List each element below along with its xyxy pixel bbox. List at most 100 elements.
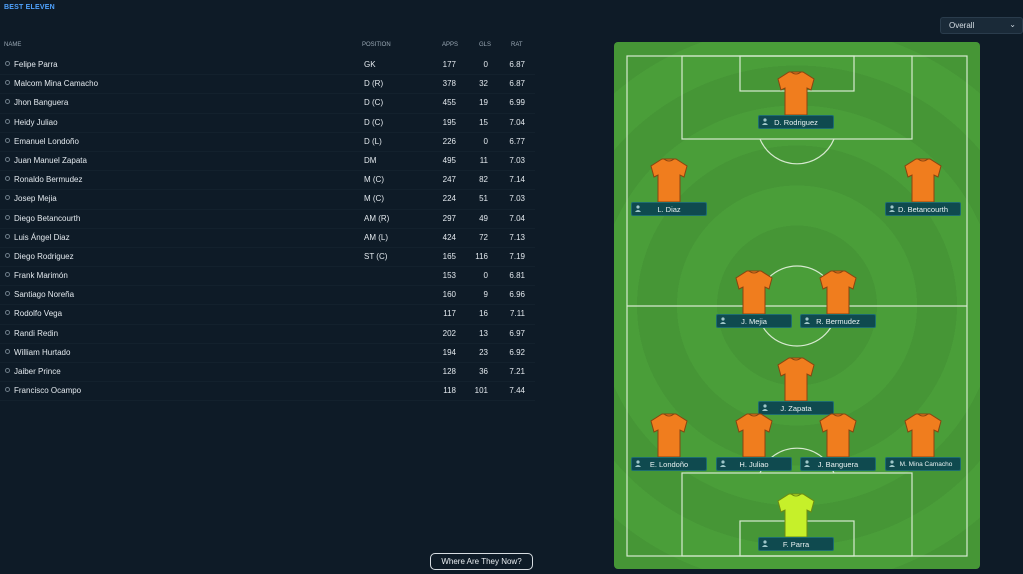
table-row[interactable]: Frank Marimón 153 0 6.81 <box>0 267 535 287</box>
table-row[interactable]: Randi Redin 202 13 6.97 <box>0 325 535 344</box>
where-are-they-now-label: Where Are They Now? <box>441 557 522 566</box>
table-row[interactable]: Diego Betancourth AM (R) 297 49 7.04 <box>0 210 535 229</box>
player-name[interactable]: Santiago Noreña <box>14 290 74 299</box>
player-apps: 224 <box>442 194 456 204</box>
person-icon <box>720 317 726 324</box>
player-apps: 226 <box>442 136 456 146</box>
pitch-player-amr[interactable]: D. Betancourth <box>883 157 963 217</box>
player-name[interactable]: Felipe Parra <box>14 60 58 69</box>
view-dropdown[interactable]: Overall ⌄ <box>940 17 1023 34</box>
player-name[interactable]: Emanuel Londoño <box>14 137 79 146</box>
player-apps: 117 <box>443 309 456 319</box>
table-row[interactable]: Rodolfo Vega 117 16 7.11 <box>0 305 535 325</box>
pitch-player-mcr[interactable]: R. Bermudez <box>798 269 878 329</box>
player-goals: 0 <box>483 60 488 69</box>
player-apps: 202 <box>442 328 456 338</box>
player-apps: 194 <box>442 347 456 357</box>
player-position: AM (R) <box>364 213 390 223</box>
player-status-icon <box>5 156 10 162</box>
player-name[interactable]: Luis Ángel Diaz <box>14 233 70 242</box>
view-dropdown-value: Overall <box>949 21 975 30</box>
player-rating: 6.87 <box>509 60 525 69</box>
col-name[interactable]: NAME <box>4 42 21 48</box>
player-goals: 0 <box>483 271 488 281</box>
table-row[interactable]: Jaiber Prince 128 36 7.21 <box>0 363 535 383</box>
player-name[interactable]: Diego Betancourth <box>14 214 80 223</box>
player-apps: 160 <box>442 290 456 300</box>
player-status-icon <box>5 99 10 105</box>
pitch-player-st[interactable]: D. Rodriguez <box>756 70 836 130</box>
table-row[interactable]: Santiago Noreña 160 9 6.96 <box>0 286 535 306</box>
player-rating: 7.44 <box>509 386 525 396</box>
player-name[interactable]: Frank Marimón <box>14 271 68 280</box>
player-name[interactable]: William Hurtado <box>14 348 70 357</box>
person-icon <box>889 460 895 467</box>
pitch-player-gk[interactable]: F. Parra <box>756 492 836 552</box>
table-row[interactable]: Josep Mejia M (C) 224 51 7.03 <box>0 190 535 210</box>
player-name-tag: R. Bermudez <box>800 314 876 328</box>
player-name-tag: E. Londoño <box>631 457 707 471</box>
player-name[interactable]: Jaiber Prince <box>14 367 61 376</box>
player-apps: 378 <box>442 79 456 89</box>
player-status-icon <box>5 118 10 124</box>
player-goals: 16 <box>479 309 488 319</box>
table-row[interactable]: Jhon Banguera D (C) 455 19 6.99 <box>0 94 535 114</box>
table-row[interactable]: Juan Manuel Zapata DM 495 11 7.03 <box>0 152 535 172</box>
person-icon <box>762 118 768 125</box>
table-row[interactable]: William Hurtado 194 23 6.92 <box>0 344 535 363</box>
col-rat[interactable]: RAT <box>511 42 523 48</box>
player-name[interactable]: Josep Mejia <box>14 194 57 203</box>
player-status-icon <box>5 252 10 258</box>
table-row[interactable]: Diego Rodriguez ST (C) 165 116 7.19 <box>0 248 535 268</box>
player-rating: 7.04 <box>509 117 525 127</box>
shirt-icon <box>777 71 815 116</box>
player-goals: 32 <box>479 79 488 89</box>
player-name[interactable]: Jhon Banguera <box>14 98 68 107</box>
table-header: NAME POSITION APPS GLS RAT <box>0 42 535 52</box>
player-status-icon <box>5 387 10 393</box>
player-rating: 6.81 <box>509 271 525 281</box>
col-position[interactable]: POSITION <box>362 42 391 48</box>
player-status-icon <box>5 348 10 354</box>
player-goals: 0 <box>483 136 488 146</box>
pitch-player-dcl[interactable]: H. Juliao <box>714 412 794 472</box>
player-status-icon <box>5 195 10 201</box>
pitch-player-aml[interactable]: L. Diaz <box>629 157 709 217</box>
shirt-icon <box>735 270 773 315</box>
col-gls[interactable]: GLS <box>479 42 491 48</box>
player-apps: 297 <box>442 213 456 223</box>
shirt-icon <box>777 357 815 402</box>
table-row[interactable]: Malcom Mina Camacho D (R) 378 32 6.87 <box>0 75 535 95</box>
pitch-player-mcl[interactable]: J. Mejia <box>714 269 794 329</box>
where-are-they-now-button[interactable]: Where Are They Now? <box>430 553 533 570</box>
player-status-icon <box>5 233 10 239</box>
player-position: DM <box>364 155 377 165</box>
player-goals: 19 <box>479 98 488 108</box>
player-name[interactable]: Juan Manuel Zapata <box>14 156 87 165</box>
player-name[interactable]: Randi Redin <box>14 329 58 338</box>
pitch-player-dl[interactable]: E. Londoño <box>629 412 709 472</box>
player-name[interactable]: Diego Rodriguez <box>14 252 74 261</box>
pitch-player-dr[interactable]: M. Mina Camacho <box>883 412 963 472</box>
player-status-icon <box>5 291 10 297</box>
table-row[interactable]: Felipe Parra GK 177 0 6.87 <box>0 56 535 76</box>
player-status-icon <box>5 80 10 86</box>
player-name[interactable]: Heidy Juliao <box>14 118 58 127</box>
player-goals: 36 <box>479 367 488 376</box>
table-row[interactable]: Ronaldo Bermudez M (C) 247 82 7.14 <box>0 171 535 191</box>
pitch-player-dcr[interactable]: J. Banguera <box>798 412 878 472</box>
table-row[interactable]: Francisco Ocampo 118 101 7.44 <box>0 382 535 402</box>
table-row[interactable]: Heidy Juliao D (C) 195 15 7.04 <box>0 114 535 133</box>
col-apps[interactable]: APPS <box>442 42 458 48</box>
player-name[interactable]: Rodolfo Vega <box>14 309 62 318</box>
player-name[interactable]: Ronaldo Bermudez <box>14 175 82 184</box>
pitch-player-dm[interactable]: J. Zapata <box>756 356 836 416</box>
table-row[interactable]: Luis Ángel Diaz AM (L) 424 72 7.13 <box>0 229 535 248</box>
player-status-icon <box>5 176 10 182</box>
player-position: D (C) <box>364 98 384 108</box>
player-name-tag: L. Diaz <box>631 202 707 216</box>
player-name[interactable]: Francisco Ocampo <box>14 386 81 395</box>
table-row[interactable]: Emanuel Londoño D (L) 226 0 6.77 <box>0 133 535 152</box>
shirt-icon <box>777 493 815 538</box>
player-name[interactable]: Malcom Mina Camacho <box>14 79 98 88</box>
